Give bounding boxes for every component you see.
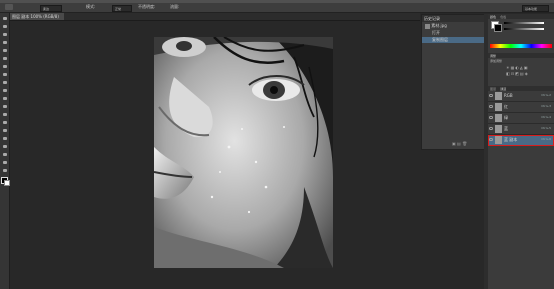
channel-shortcut: Ctrl+4	[541, 115, 551, 119]
brush-tool-icon[interactable]	[2, 73, 7, 77]
channel-name: RGB	[504, 93, 513, 98]
visibility-eye-icon[interactable]	[489, 94, 493, 97]
eraser-tool-icon[interactable]	[2, 97, 7, 101]
pen-tool-icon[interactable]	[2, 129, 7, 133]
channel-row[interactable]: RGB Ctrl+2	[488, 91, 554, 102]
channel-shortcut: Ctrl+3	[541, 104, 551, 108]
channel-shortcut: Ctrl+6	[541, 137, 551, 141]
color-slider-track[interactable]	[504, 28, 544, 30]
clone-stamp-tool-icon[interactable]	[2, 81, 7, 85]
mode-select[interactable]: 正常	[112, 5, 132, 12]
marquee-tool-icon[interactable]	[2, 25, 7, 29]
channel-thumbnail	[495, 103, 502, 111]
portrait-image	[154, 37, 333, 268]
history-item[interactable]: 打开	[422, 30, 484, 36]
mode-value: 正常	[115, 7, 122, 11]
shape-tool-icon[interactable]	[2, 153, 7, 157]
zoom-tool-icon[interactable]	[2, 169, 7, 173]
lasso-tool-icon[interactable]	[2, 33, 7, 37]
opacity-label: 不透明度:	[138, 4, 156, 9]
document-tab-bar: 图层 副本 100% (RGB/8)	[10, 13, 420, 21]
color-spectrum-bar[interactable]	[490, 44, 552, 48]
blur-tool-icon[interactable]	[2, 113, 7, 117]
history-footer-icons[interactable]: ▣ ▤ 🗑	[452, 141, 467, 146]
channel-thumbnail	[495, 92, 502, 100]
options-bar: 柔边 模式: 正常 不透明度: 流量: 基本功能	[0, 3, 554, 13]
quick-select-tool-icon[interactable]	[2, 41, 7, 45]
channel-shortcut: Ctrl+2	[541, 93, 551, 97]
channel-name: 绿	[504, 115, 508, 120]
channels-panel: 图层 通道 RGB Ctrl+2 红 Ctrl+3 绿 Ctrl+4 蓝 Ctr…	[488, 86, 554, 289]
hand-tool-icon[interactable]	[2, 161, 7, 165]
mode-label: 模式:	[86, 4, 96, 9]
adjustments-tab[interactable]: 调整	[488, 54, 496, 58]
workspace-label: 基本功能	[525, 7, 538, 11]
history-item[interactable]: 素材.jpg	[422, 23, 484, 29]
color-tab[interactable]: 颜色	[488, 15, 496, 19]
visibility-eye-icon[interactable]	[489, 127, 493, 130]
channel-row-highlighted[interactable]: 蓝 副本 Ctrl+6	[488, 135, 554, 146]
visibility-eye-icon[interactable]	[489, 138, 493, 141]
workspace-switcher[interactable]: 基本功能	[522, 5, 549, 12]
gradient-tool-icon[interactable]	[2, 105, 7, 109]
image-canvas[interactable]	[154, 37, 333, 268]
dodge-tool-icon[interactable]	[2, 121, 7, 125]
history-item-label: 打开	[432, 30, 440, 35]
history-brush-tool-icon[interactable]	[2, 89, 7, 93]
channel-shortcut: Ctrl+5	[541, 126, 551, 130]
history-tab[interactable]: 历史记录	[422, 16, 440, 21]
move-tool-icon[interactable]	[2, 17, 7, 21]
path-select-tool-icon[interactable]	[2, 145, 7, 149]
toolbox	[0, 13, 10, 289]
history-item-selected[interactable]: 复制图层	[422, 37, 484, 43]
channel-name: 蓝 副本	[504, 137, 518, 142]
brush-preset-picker[interactable]: 柔边	[40, 5, 62, 12]
channel-name: 蓝	[504, 126, 508, 131]
document-tab[interactable]: 图层 副本 100% (RGB/8)	[10, 13, 64, 20]
adjustments-panel-header: 调整	[488, 53, 554, 58]
channel-row[interactable]: 红 Ctrl+3	[488, 102, 554, 113]
color-slider-track[interactable]	[504, 22, 544, 24]
brush-preset-value: 柔边	[43, 7, 50, 11]
channel-row[interactable]: 蓝 Ctrl+5	[488, 124, 554, 135]
visibility-eye-icon[interactable]	[489, 116, 493, 119]
channel-row[interactable]: 绿 Ctrl+4	[488, 113, 554, 124]
channel-thumbnail	[495, 114, 502, 122]
healing-tool-icon[interactable]	[2, 65, 7, 69]
channel-name: 红	[504, 104, 508, 109]
history-panel-header: 历史记录	[422, 15, 484, 22]
adjustments-panel: 调整 添加调整 ☀▦◐◭▣ ◧⊟◩▤◈	[488, 53, 554, 87]
history-panel: 历史记录 素材.jpg 打开 复制图层 ▣ ▤ 🗑	[421, 14, 485, 150]
flow-label: 流量:	[170, 4, 180, 9]
panel-background-swatch[interactable]	[494, 24, 502, 32]
document-tab-label: 图层 副本 100% (RGB/8)	[12, 14, 59, 19]
history-item-label: 素材.jpg	[431, 23, 447, 28]
adjustment-icons-row[interactable]: ☀▦◐◭▣	[506, 65, 529, 70]
channel-thumbnail	[495, 125, 502, 133]
adjustment-icons-row[interactable]: ◧⊟◩▤◈	[506, 71, 529, 76]
brush-tool-icon[interactable]	[5, 4, 13, 10]
type-tool-icon[interactable]	[2, 137, 7, 141]
history-item-label: 复制图层	[432, 37, 448, 42]
adjustments-hint: 添加调整	[490, 59, 503, 63]
background-color-swatch[interactable]	[4, 180, 10, 186]
color-panel-header: 颜色 色板	[488, 14, 554, 19]
crop-tool-icon[interactable]	[2, 49, 7, 53]
visibility-eye-icon[interactable]	[489, 105, 493, 108]
snapshot-thumbnail	[425, 23, 430, 29]
eyedropper-tool-icon[interactable]	[2, 57, 7, 61]
channel-thumbnail	[495, 136, 502, 144]
swatches-tab[interactable]: 色板	[497, 15, 506, 19]
